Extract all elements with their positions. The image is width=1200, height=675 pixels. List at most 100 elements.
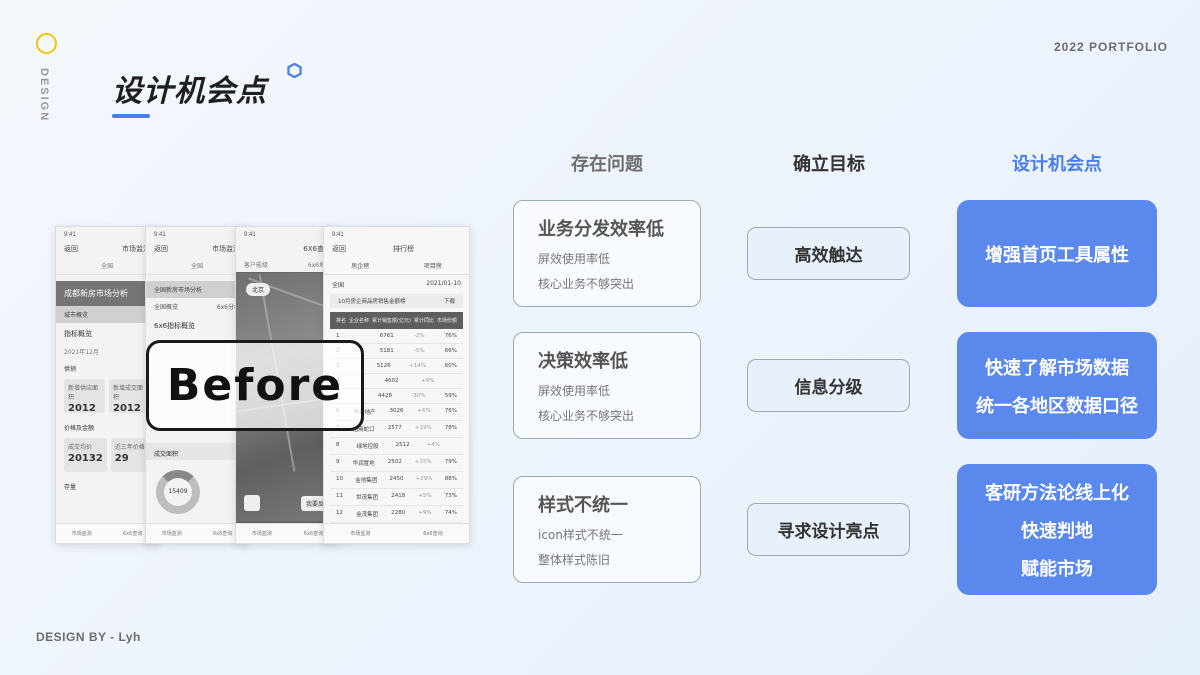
city-selector: 北京 [246, 283, 271, 296]
bottom-tabbar: 市场监测 6x6查询 [146, 523, 248, 543]
before-label: Before [166, 360, 344, 411]
back-link: 返回 [64, 245, 78, 253]
problem-detail: 屏效使用率低 [538, 252, 611, 266]
card-row: 新增供应面积 2012 新增成交面积 2012 [56, 375, 158, 417]
problem-detail: icon样式不统一 [538, 528, 623, 542]
supply-label: 供销 [64, 366, 77, 373]
rank-cell-value: 6761 [379, 333, 394, 339]
opportunity-line: 快速判地 [1021, 520, 1093, 542]
rank-cell-rank: 10 [336, 476, 343, 482]
rank-cell-change: -5% [413, 348, 425, 354]
table-row: 11 世茂集团 2418 +5% 73% [330, 489, 463, 506]
before-mockups: 9:41 返回 市场监测 全国 成都新房市场分析 城市概览 指标概览 2021年1… [55, 226, 470, 544]
rank-cell-value: 2512 [395, 442, 410, 448]
list-title: 10月房企商品房销售金额榜 下载 [330, 294, 463, 308]
rank-header-cell: 累计销售额(亿元) [372, 318, 411, 324]
region-tab: 全国 [146, 257, 248, 275]
table-row: 8 绿地控股 2512 +4% [330, 438, 463, 455]
problem-detail: 整体样式陈旧 [538, 553, 611, 567]
section-title: 指标概览 [64, 330, 92, 338]
rank-cell-change: +29% [415, 476, 433, 482]
opportunity-line: 客研方法论线上化 [985, 482, 1129, 504]
rank-cell-share: 73% [444, 493, 457, 499]
sub-tabs: 全国概览 6x6分析 [154, 304, 240, 311]
design-credit: DESIGN BY - Lyh [36, 630, 141, 644]
goal-card: 信息分级 [747, 359, 910, 412]
area-label: 成交面积 [146, 443, 248, 460]
rank-cell-value: 5181 [379, 348, 394, 354]
region-tab: 全国 [56, 257, 158, 275]
rank-cell-change: -30% [411, 393, 426, 399]
opportunity-card: 客研方法论线上化 快速判地 赋能市场 [957, 464, 1157, 595]
opportunity-card: 增强首页工具属性 [957, 200, 1157, 307]
hexagon-icon [287, 63, 302, 78]
rank-cell-share: 60% [444, 363, 457, 369]
table-row: 10 金地集团 2450 +29% 88% [330, 472, 463, 489]
metric-card: 成交均价 20132 [64, 438, 107, 472]
card-row: 成交均价 20132 近三年价格 29 [56, 434, 158, 476]
rank-cell-change: +14% [409, 363, 427, 369]
city-overview: 城市概览 [56, 306, 158, 323]
opportunities-header: 设计机会点 [1012, 154, 1102, 175]
rank-cell-rank: 9 [336, 459, 340, 465]
rank-cell-value: 2577 [387, 425, 402, 431]
rank-header-cell: 排名 [336, 318, 347, 324]
ring-decoration [36, 33, 57, 54]
goal-card: 寻求设计亮点 [747, 503, 910, 556]
rank-cell-value: 5126 [376, 363, 391, 369]
problem-detail: 屏效使用率低 [538, 384, 611, 398]
rank-cell-value: 4602 [384, 378, 399, 384]
problem-card: 业务分发效率低 屏效使用率低 核心业务不够突出 [513, 200, 701, 307]
opportunity-line: 统一各地区数据口径 [976, 395, 1138, 417]
rank-cell-change: +9% [421, 378, 435, 384]
phone-market-monitor: 9:41 返回 市场监测 全国 成都新房市场分析 城市概览 指标概览 2021年1… [55, 226, 159, 544]
opportunity-card: 快速了解市场数据 统一各地区数据口径 [957, 332, 1157, 439]
donut-chart: 15409 [156, 470, 200, 514]
date-label: 2021年12月 [64, 349, 99, 356]
metric-card: 新增成交面积 2012 [109, 379, 150, 414]
rank-cell-rank: 11 [336, 493, 343, 499]
opportunity-line: 快速了解市场数据 [985, 357, 1129, 379]
rank-cell-share: 88% [444, 476, 457, 482]
table-row: 12 金茂集团 2280 +9% 74% [330, 506, 463, 523]
rank-header-cell: 累计同比 [413, 318, 434, 324]
title-underline [112, 114, 150, 118]
problem-detail: 核心业务不够突出 [538, 277, 635, 291]
bottom-tabbar: 市场监测 6x6查询 [56, 523, 158, 543]
rank-cell-change: +6% [417, 408, 431, 414]
rank-cell-share: 78% [444, 425, 457, 431]
locate-icon [244, 495, 260, 511]
rank-cell-share: 66% [444, 348, 457, 354]
rank-cell-share: 76% [444, 333, 457, 339]
problem-title: 决策效率低 [538, 351, 628, 372]
status-time: 9:41 [64, 232, 76, 238]
rank-cell-name: 绿地控股 [356, 444, 379, 450]
rank-header-cell: 市场份额 [436, 318, 457, 324]
status-time: 9:41 [332, 232, 344, 238]
rank-cell-share: 59% [444, 393, 457, 399]
rank-cell-name: 金地集团 [355, 478, 378, 484]
problem-title: 业务分发效率低 [538, 219, 664, 240]
status-time: 9:41 [154, 232, 166, 238]
rank-cell-rank: 1 [336, 333, 340, 339]
rank-cell-share: 79% [444, 459, 457, 465]
table-row: 9 华润置地 2502 +15% 79% [330, 455, 463, 472]
national-band: 全国新房市场分析 [146, 281, 248, 298]
price-label: 价格及金额 [64, 425, 95, 432]
problem-detail: 核心业务不够突出 [538, 409, 635, 423]
rank-cell-change: +9% [418, 510, 432, 516]
rank-cell-value: 3026 [389, 408, 404, 414]
metric-card: 新增供应面积 2012 [64, 379, 105, 414]
rank-cell-name: 金茂集团 [356, 512, 379, 518]
rank-cell-value: 4428 [378, 393, 392, 399]
goals-header: 确立目标 [793, 154, 865, 175]
opportunity-line: 增强首页工具属性 [985, 244, 1129, 266]
rank-cell-value: 2502 [387, 459, 402, 465]
rank-cell-share: 76% [444, 408, 457, 414]
page-title: 设计机会点 [112, 74, 267, 109]
rank-cell-change: +4% [426, 442, 440, 448]
phone-nav: 返回 排行榜 [332, 245, 414, 253]
rank-cell-name: 世茂集团 [356, 495, 379, 501]
rank-cell-value: 2418 [391, 493, 406, 499]
phone-nav: 返回 市场监测 [154, 245, 240, 253]
